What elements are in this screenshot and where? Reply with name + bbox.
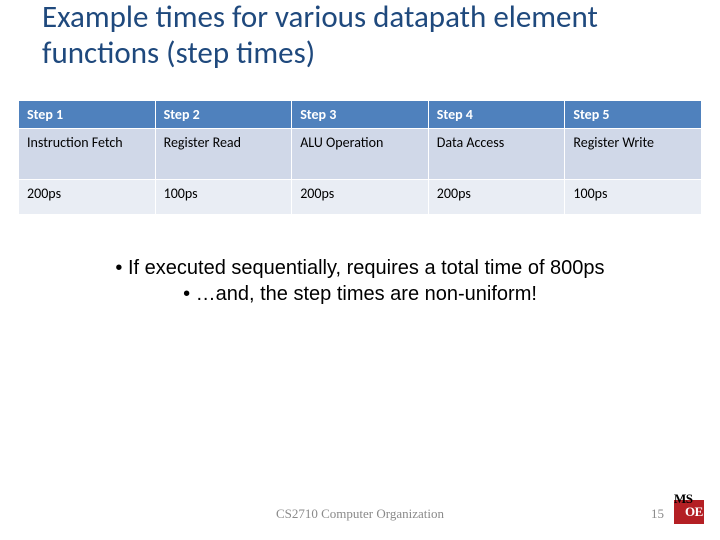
- bullet-line: • …and, the step times are non-uniform!: [0, 281, 720, 307]
- cell: 100ps: [565, 180, 702, 215]
- cell: Instruction Fetch: [19, 129, 156, 180]
- slide-title: Example times for various datapath eleme…: [42, 0, 678, 71]
- footer: CS2710 Computer Organization 15 MS OE: [0, 498, 720, 524]
- footer-course: CS2710 Computer Organization: [0, 506, 720, 522]
- cell: 200ps: [292, 180, 429, 215]
- cell: Register Read: [155, 129, 292, 180]
- table-header-row: Step 1 Step 2 Step 3 Step 4 Step 5: [19, 101, 702, 129]
- table-row: Instruction Fetch Register Read ALU Oper…: [19, 129, 702, 180]
- logo-bot-text: OE: [685, 505, 703, 518]
- cell: 100ps: [155, 180, 292, 215]
- cell: Register Write: [565, 129, 702, 180]
- page-number: 15: [651, 506, 664, 522]
- cell: ALU Operation: [292, 129, 429, 180]
- bullet-block: • If executed sequentially, requires a t…: [0, 255, 720, 307]
- col-header: Step 3: [292, 101, 429, 129]
- cell: Data Access: [428, 129, 565, 180]
- col-header: Step 2: [155, 101, 292, 129]
- bullet-line: • If executed sequentially, requires a t…: [0, 255, 720, 281]
- col-header: Step 5: [565, 101, 702, 129]
- cell: 200ps: [428, 180, 565, 215]
- step-times-table: Step 1 Step 2 Step 3 Step 4 Step 5 Instr…: [18, 100, 702, 215]
- col-header: Step 1: [19, 101, 156, 129]
- col-header: Step 4: [428, 101, 565, 129]
- msoe-logo: MS OE: [674, 492, 712, 524]
- cell: 200ps: [19, 180, 156, 215]
- table-row: 200ps 100ps 200ps 200ps 100ps: [19, 180, 702, 215]
